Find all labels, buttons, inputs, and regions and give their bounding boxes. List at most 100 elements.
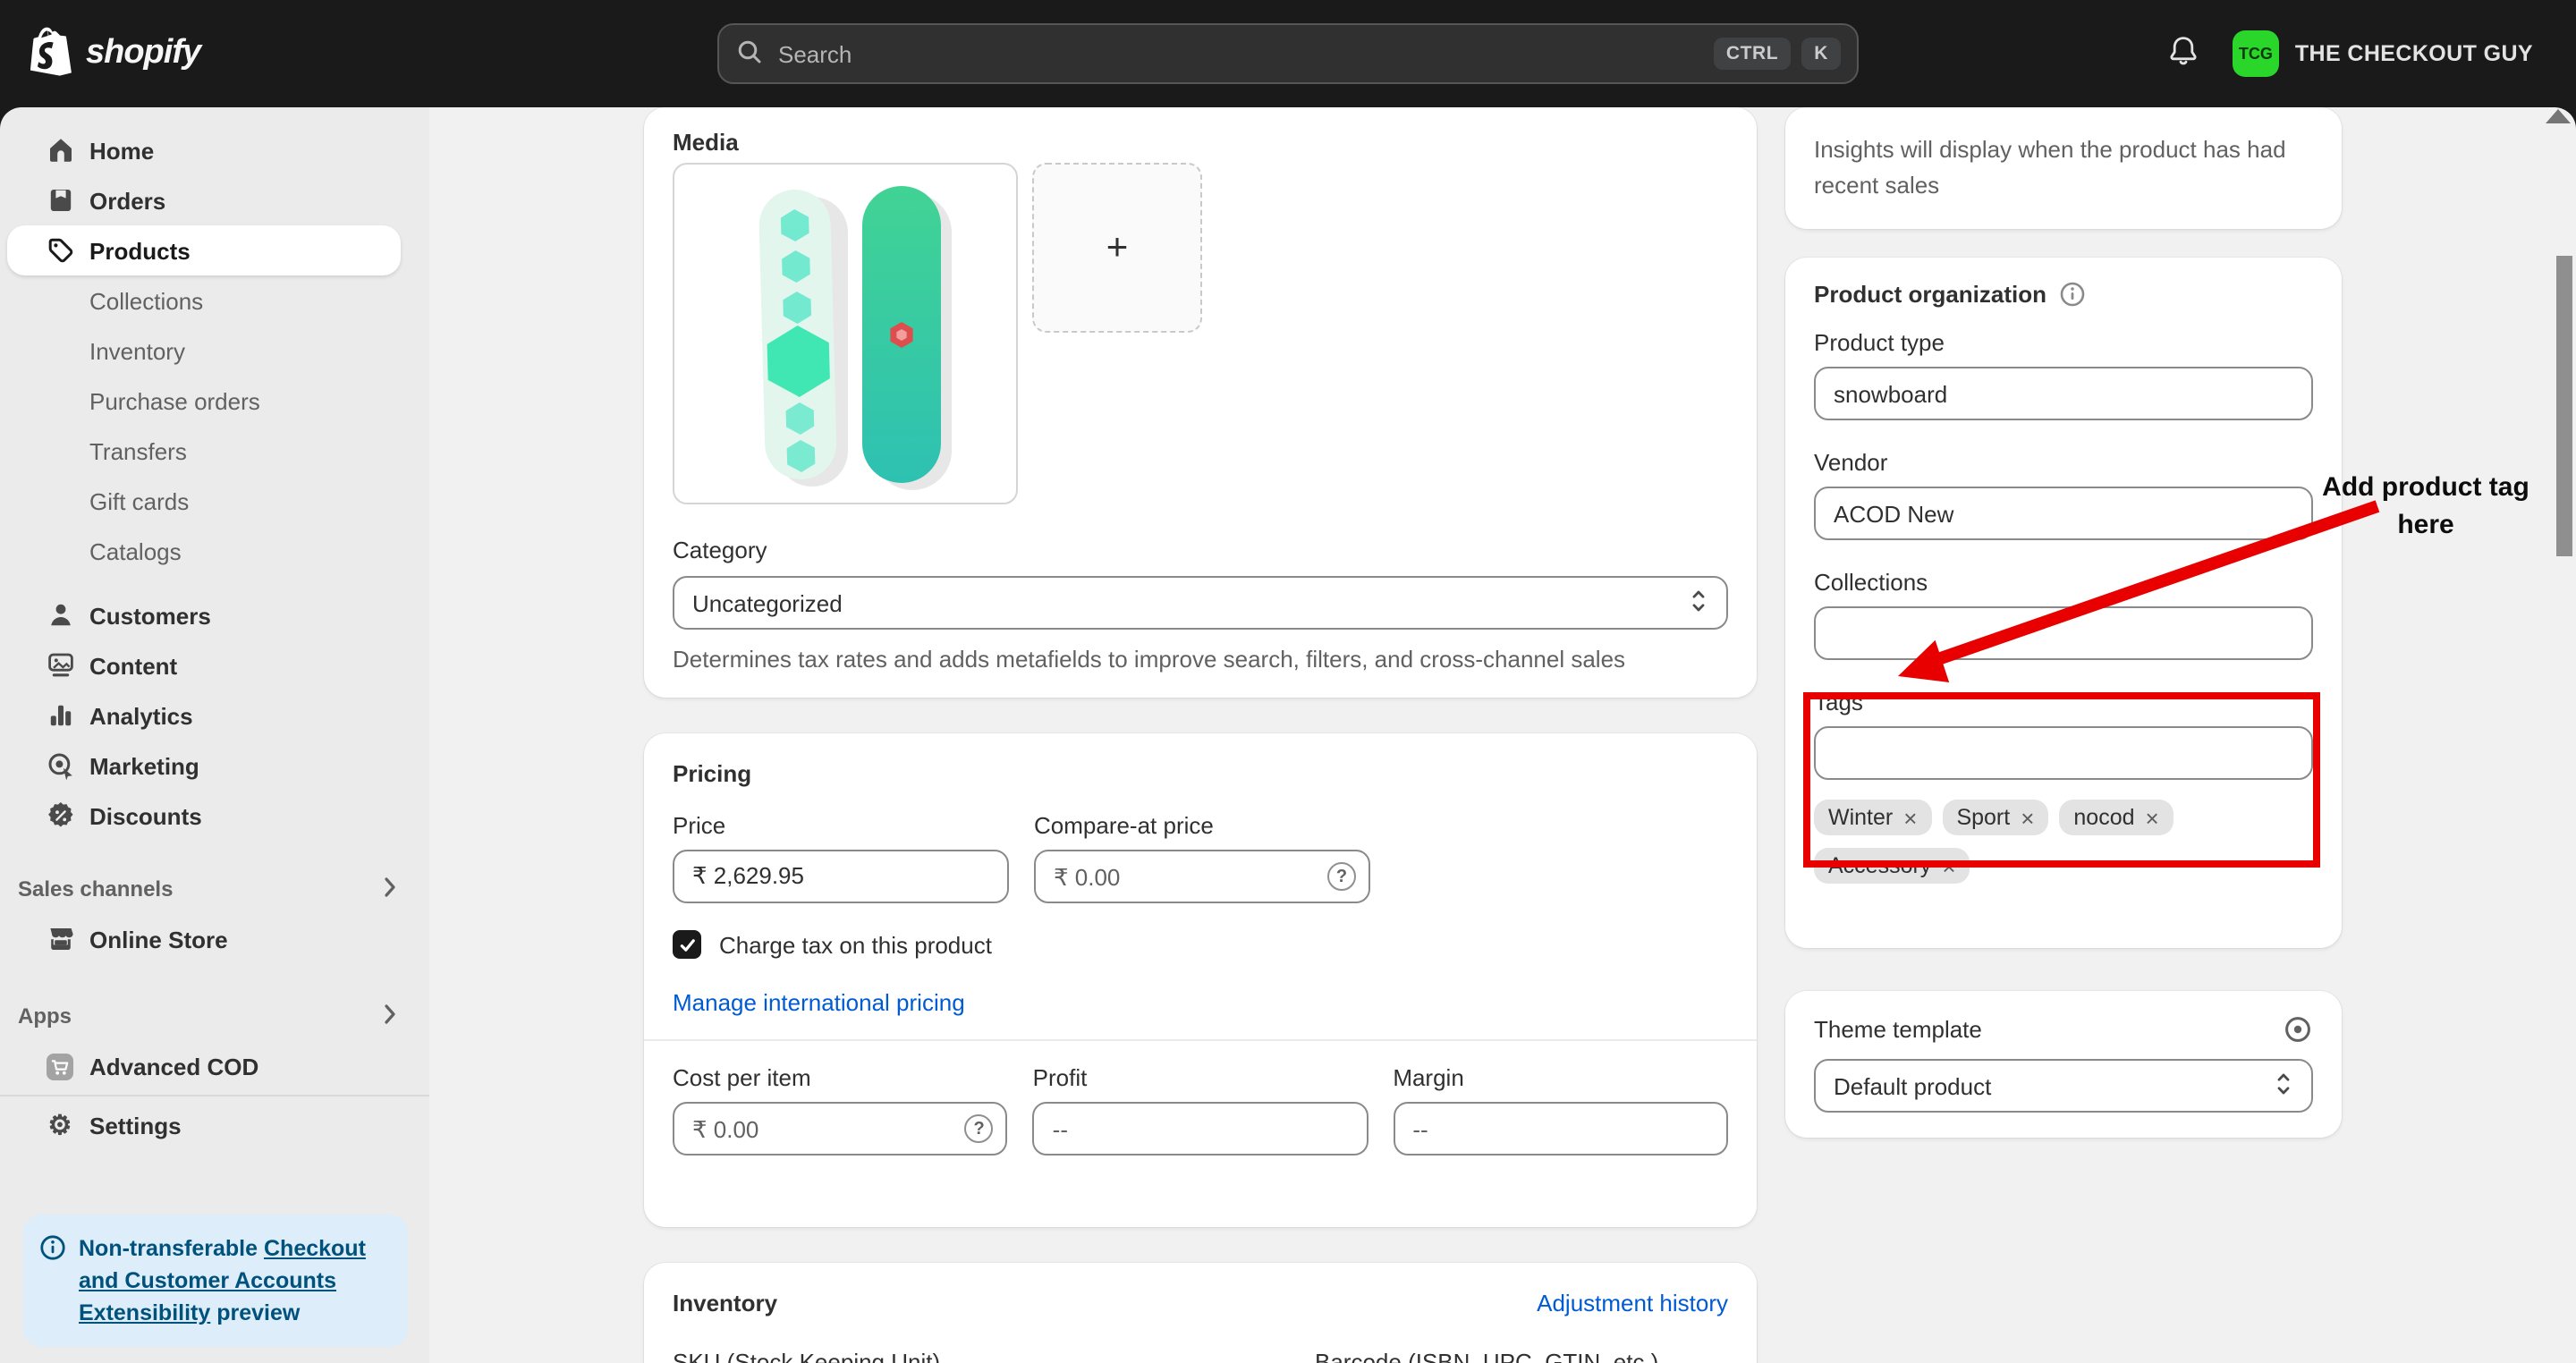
charge-tax-label: Charge tax on this product [719,931,992,958]
sidebar-item-label: Content [89,652,177,679]
sidebar-item-label: Transfers [89,437,187,464]
sku-label: SKU (Stock Keeping Unit) [673,1349,1290,1363]
pricing-divider [644,1039,1757,1041]
insights-card: Insights will display when the product h… [1785,107,2342,229]
cost-per-item-label: Cost per item [673,1064,1008,1091]
sidebar-item-catalogs[interactable]: Catalogs [7,526,401,576]
apps-header[interactable]: Apps [0,991,429,1041]
search-placeholder: Search [778,40,1703,67]
kbd-ctrl: CTRL [1714,38,1791,70]
insights-text: Insights will display when the product h… [1814,136,2286,199]
scrollbar-thumb[interactable] [2556,256,2572,556]
sidebar-item-purchase-orders[interactable]: Purchase orders [7,376,401,426]
sidebar-item-transfers[interactable]: Transfers [7,426,401,476]
tags-input[interactable] [1814,726,2313,780]
sidebar-item-label: Customers [89,602,211,629]
notification-bell-icon[interactable] [2166,34,2200,73]
tags-row-2: Accessory× [1814,848,2313,884]
info-icon[interactable] [2059,281,2086,308]
account-menu[interactable]: TCG THE CHECKOUT GUY [2233,30,2533,77]
collections-input[interactable] [1814,606,2313,660]
info-icon [39,1234,66,1329]
compare-at-price-label: Compare-at price [1034,812,1370,839]
product-organization-card: Product organization Product type Vendor… [1785,258,2342,948]
theme-template-value: Default product [1834,1072,1991,1099]
vendor-input[interactable] [1814,487,2313,540]
right-column: Insights will display when the product h… [1785,107,2342,1138]
sidebar-item-label: Inventory [89,337,185,364]
cost-per-item-input[interactable] [673,1102,1008,1156]
adjustment-history-link[interactable]: Adjustment history [1537,1290,1728,1316]
products-tag-icon [45,236,75,265]
product-type-input[interactable] [1814,367,2313,420]
tag-pill: nocod× [2059,800,2173,835]
sidebar-item-label: Catalogs [89,538,182,564]
margin-input[interactable] [1393,1102,1728,1156]
category-select[interactable]: Uncategorized [673,576,1728,630]
sidebar-item-gift-cards[interactable]: Gift cards [7,476,401,526]
compare-at-price-input[interactable] [1034,850,1370,903]
product-type-label: Product type [1814,329,2313,356]
sidebar-item-customers[interactable]: Customers [7,590,401,640]
sidebar-item-home[interactable]: Home [7,125,401,175]
sidebar-divider [0,1095,429,1096]
sidebar-item-inventory[interactable]: Inventory [7,326,401,376]
sidebar-item-content[interactable]: Content [7,640,401,690]
sidebar-item-label: Marketing [89,752,199,779]
sidebar-item-label: Home [89,137,154,164]
help-icon[interactable]: ? [1327,862,1356,891]
sales-channels-header[interactable]: Sales channels [0,864,429,914]
remove-tag-icon[interactable]: × [1903,806,1917,829]
annotation-add-product-tag: Add product tag here [2301,469,2551,544]
category-value: Uncategorized [692,589,843,616]
sidebar-item-advanced-cod[interactable]: Advanced COD [7,1041,401,1091]
search-icon [735,37,764,71]
sidebar-item-label: Purchase orders [89,387,260,414]
sidebar-item-label: Analytics [89,702,193,729]
sidebar-item-analytics[interactable]: Analytics [7,690,401,741]
sidebar-item-label: Products [89,237,191,264]
tag-pill: Accessory× [1814,848,1970,884]
price-label: Price [673,812,1009,839]
tag-pill: Sport× [1942,800,2048,835]
pricing-card: Pricing Price Compare-at price ? [644,733,1757,1227]
vendor-label: Vendor [1814,449,2313,476]
remove-tag-icon[interactable]: × [2021,806,2034,829]
remove-tag-icon[interactable]: × [2146,806,2159,829]
select-updown-icon [1689,586,1708,620]
tags-highlight-box [1803,692,2320,868]
sidebar-item-label: Advanced COD [89,1053,258,1079]
price-input[interactable] [673,850,1009,903]
theme-template-select[interactable]: Default product [1814,1059,2313,1113]
chevron-right-icon [383,1003,397,1029]
search-input[interactable]: Search CTRL K [717,23,1859,84]
sidebar-item-online-store[interactable]: Online Store [7,914,401,964]
collections-label: Collections [1814,569,2313,596]
sidebar-item-orders[interactable]: Orders [7,175,401,225]
sidebar-item-settings[interactable]: ⚙ Settings [7,1100,401,1150]
profit-input[interactable] [1033,1102,1368,1156]
charge-tax-checkbox[interactable] [673,930,701,959]
content-icon [45,651,75,680]
sidebar-item-label: Collections [89,287,203,314]
shopify-wordmark: shopify [86,34,200,73]
shopify-logo[interactable]: shopify [30,26,200,81]
view-eye-icon[interactable] [2283,1014,2313,1045]
manage-international-pricing-link[interactable]: Manage international pricing [673,989,965,1016]
sidebar-item-marketing[interactable]: Marketing [7,741,401,791]
media-row: + [673,163,1728,504]
tags-row-1: Winter× Sport× nocod× [1814,800,2313,835]
sidebar-item-collections[interactable]: Collections [7,275,401,326]
storefront-icon [45,925,75,953]
inventory-title: Inventory [673,1290,777,1316]
sidebar-item-label: Settings [89,1112,182,1139]
category-helper-text: Determines tax rates and adds metafields… [673,644,1728,674]
barcode-label: Barcode (ISBN, UPC, GTIN, etc.) [1315,1349,1658,1363]
add-media-button[interactable]: + [1032,163,1202,333]
sidebar-item-products[interactable]: Products [7,225,401,275]
remove-tag-icon[interactable]: × [1942,854,1955,877]
shopify-bag-icon [30,26,75,81]
product-image-snowboards[interactable] [673,163,1018,504]
scrollbar-up-arrow[interactable] [2546,109,2571,123]
sidebar-item-discounts[interactable]: Discounts [7,791,401,841]
